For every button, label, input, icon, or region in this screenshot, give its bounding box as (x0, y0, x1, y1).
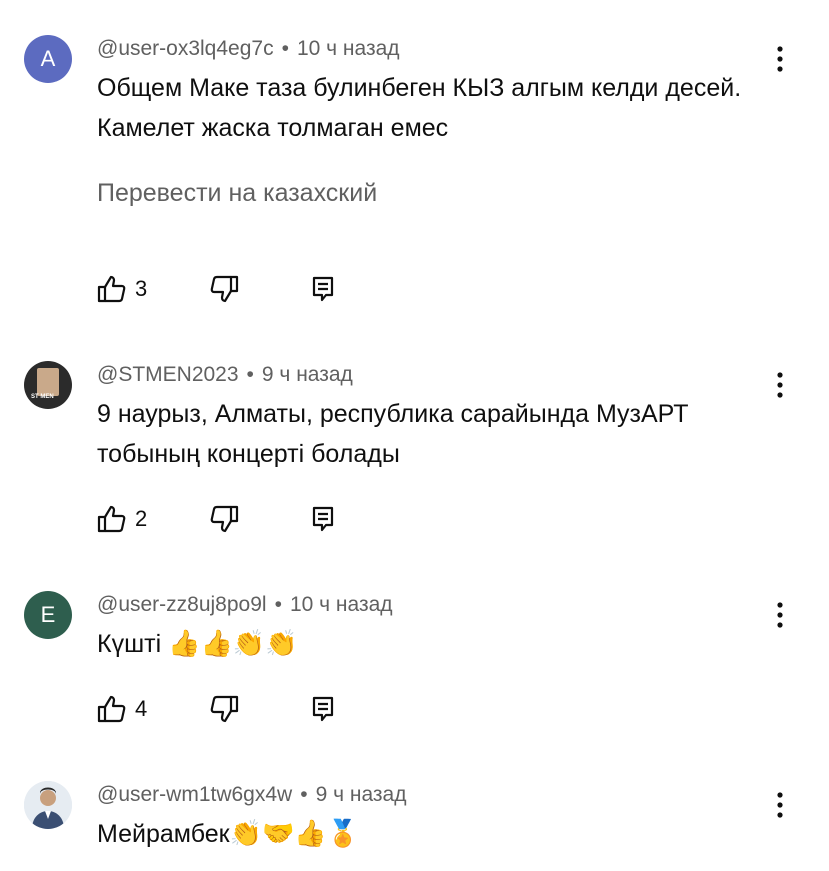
avatar[interactable]: E (24, 591, 72, 639)
thumb-up-icon (97, 505, 126, 533)
more-vert-icon (777, 46, 783, 72)
like-count: 2 (135, 506, 148, 531)
comment-meta: @user-ox3lq4eg7c • 10 ч назад (97, 37, 400, 60)
author-name[interactable]: @user-wm1tw6gx4w (97, 783, 292, 806)
like-button[interactable]: 2 (97, 504, 147, 534)
reply-icon (312, 506, 334, 532)
person-photo-icon (24, 781, 72, 829)
comment-text: 9 наурыз, Алматы, республика сарайында М… (97, 400, 689, 468)
author-name[interactable]: @user-zz8uj8po9l (97, 593, 267, 616)
thumb-down-icon (210, 275, 239, 303)
comment-text: Мейрамбек👏🤝👍🏅 (97, 819, 360, 849)
comment-meta: @user-zz8uj8po9l • 10 ч назад (97, 593, 393, 616)
more-vert-icon (777, 792, 783, 818)
dislike-button[interactable] (209, 504, 239, 534)
comment-time[interactable]: 10 ч назад (297, 37, 400, 60)
reply-button[interactable] (311, 274, 335, 304)
more-vert-icon (777, 602, 783, 628)
comment-meta: @STMEN2023 • 9 ч назад (97, 363, 353, 386)
comment-time[interactable]: 9 ч назад (316, 783, 407, 806)
comment-time[interactable]: 9 ч назад (262, 363, 353, 386)
dislike-button[interactable] (209, 274, 239, 304)
like-count: 4 (135, 696, 148, 721)
comment-actions: 2 (97, 504, 357, 534)
emoji-group: 👏🤝👍🏅 (229, 819, 360, 849)
more-vert-icon (777, 372, 783, 398)
thumb-down-icon (210, 695, 239, 723)
thumb-up-icon (97, 695, 126, 723)
dislike-button[interactable] (209, 694, 239, 724)
reply-icon (312, 276, 334, 302)
comment-text: Күшті 👍👍👏👏 (97, 629, 298, 659)
comment-time[interactable]: 10 ч назад (290, 593, 393, 616)
comment-meta: @user-wm1tw6gx4w • 9 ч назад (97, 783, 407, 806)
reply-button[interactable] (311, 504, 335, 534)
reply-button[interactable] (311, 694, 335, 724)
like-button[interactable]: 4 (97, 694, 147, 724)
author-name[interactable]: @STMEN2023 (97, 363, 239, 386)
avatar[interactable]: A (24, 35, 72, 83)
thumb-up-icon (97, 275, 126, 303)
comment-text: Общем Маке таза булинбеген КЫЗ алгым кел… (97, 74, 742, 142)
like-button[interactable]: 3 (97, 274, 147, 304)
like-count: 3 (135, 276, 148, 301)
comment-actions: 4 (97, 694, 357, 724)
reply-icon (312, 696, 334, 722)
author-name[interactable]: @user-ox3lq4eg7c (97, 37, 274, 60)
thumb-down-icon (210, 505, 239, 533)
translate-link[interactable]: Перевести на казахский (97, 178, 377, 208)
comment-actions: 3 (97, 274, 357, 304)
avatar[interactable]: ST MEN (24, 361, 72, 409)
emoji-group: 👍👍👏👏 (168, 629, 298, 659)
avatar[interactable] (24, 781, 72, 829)
